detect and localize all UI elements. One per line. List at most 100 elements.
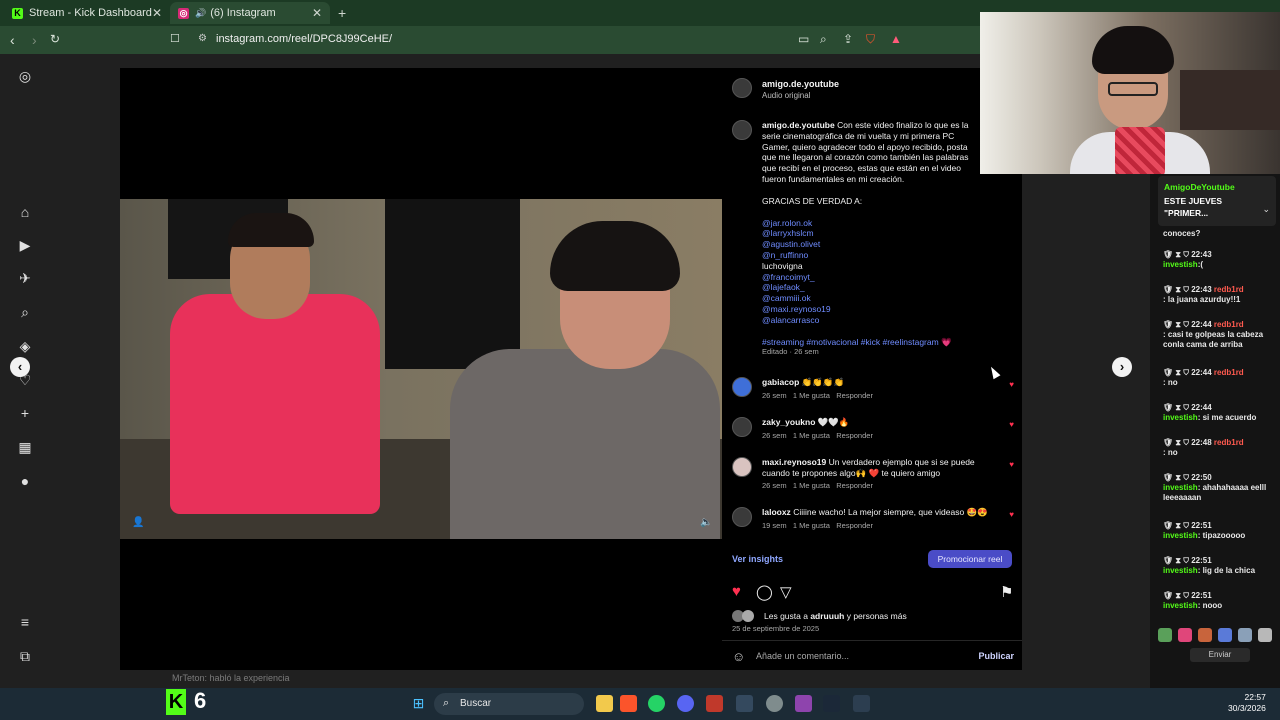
likes-summary[interactable]: Les gusta a adruuuh y personas más <box>764 611 907 621</box>
app-icon[interactable] <box>795 695 812 712</box>
save-icon[interactable]: ⚑ <box>1000 583 1013 601</box>
taskbar-search[interactable]: ⌕ Buscar <box>434 693 584 715</box>
volume-icon[interactable]: 🔈 <box>700 517 712 528</box>
mention-link[interactable]: @agustin.olivet <box>762 239 982 250</box>
tab-instagram[interactable]: ◎ 🔊 (6) Instagram ✕ <box>170 2 330 24</box>
liker-avatar <box>742 610 754 622</box>
dashboard-icon[interactable]: ▦ <box>17 439 33 455</box>
post-author[interactable]: amigo.de.youtube <box>762 79 839 89</box>
app-icon[interactable] <box>736 695 753 712</box>
instagram-logo-icon[interactable]: ◎ <box>17 68 33 84</box>
whatsapp-icon[interactable] <box>648 695 665 712</box>
app-icon[interactable] <box>766 695 783 712</box>
system-clock[interactable]: 22:57 30/3/2026 <box>1228 692 1266 714</box>
commenter-avatar[interactable] <box>732 457 752 477</box>
brave-browser-icon[interactable] <box>620 695 637 712</box>
commenter-avatar[interactable] <box>732 377 752 397</box>
app-icon[interactable] <box>853 695 870 712</box>
caption-author[interactable]: amigo.de.youtube <box>762 120 835 130</box>
like-comment-icon[interactable]: ♥ <box>1009 420 1014 429</box>
mention-link[interactable]: @jar.rolon.ok <box>762 218 982 229</box>
mention-link[interactable]: @cammiii.ok <box>762 293 982 304</box>
search-icon[interactable]: ⌕ <box>17 304 33 320</box>
like-comment-icon[interactable]: ♥ <box>1009 380 1014 389</box>
reload-icon[interactable]: ↻ <box>50 32 60 46</box>
next-post-button[interactable]: › <box>1112 357 1132 377</box>
discord-icon[interactable] <box>677 695 694 712</box>
site-settings-icon[interactable]: ⚙ <box>198 33 207 44</box>
reply-link[interactable]: Responder <box>836 481 873 490</box>
promote-reel-button[interactable]: Promocionar reel <box>928 550 1012 568</box>
mention-link[interactable]: @lajefaok_ <box>762 282 982 293</box>
windows-taskbar <box>0 688 1280 720</box>
like-comment-icon[interactable]: ♥ <box>1009 510 1014 519</box>
emote-icon[interactable] <box>1238 628 1252 642</box>
comment-author[interactable]: lalooxz <box>762 507 791 517</box>
caption-avatar[interactable] <box>732 120 752 140</box>
author-avatar[interactable] <box>732 78 752 98</box>
mention-link[interactable]: @alancarrasco <box>762 315 982 326</box>
send-button[interactable]: Enviar <box>1190 648 1250 662</box>
commenter-avatar[interactable] <box>732 507 752 527</box>
comment-author[interactable]: zaky_youkno <box>762 417 815 427</box>
publish-button[interactable]: Publicar <box>978 651 1014 661</box>
view-insights-link[interactable]: Ver insights <box>732 554 783 564</box>
menu-icon[interactable]: ≡ <box>17 614 33 630</box>
pinned-message[interactable]: AmigoDeYoutube ESTE JUEVES "PRIMER... ⌄ <box>1158 176 1276 226</box>
mention-link[interactable]: @francoimyt_ <box>762 272 982 283</box>
windows-start-icon[interactable]: ⊞ <box>410 695 427 712</box>
audio-label[interactable]: Audio original <box>762 91 810 100</box>
comment-item: zaky_youkno 🤍🤍🔥 26 sem 1 Me gusta Respon… <box>762 417 1002 441</box>
more-apps-icon[interactable]: ⧉ <box>17 648 33 664</box>
app-icon[interactable] <box>706 695 723 712</box>
emote-icon[interactable] <box>1178 628 1192 642</box>
comment-author[interactable]: gabiacop <box>762 377 799 387</box>
create-icon[interactable]: + <box>17 405 33 421</box>
new-tab-icon[interactable]: + <box>338 5 346 21</box>
brave-shield-icon[interactable]: ⛉ <box>866 32 875 47</box>
hashtags[interactable]: #streaming #motivacional #kick #reelinst… <box>762 337 982 348</box>
cast-icon[interactable]: ▭ <box>798 32 809 46</box>
zoom-icon[interactable]: ⌕ <box>820 32 827 47</box>
back-icon[interactable]: ‹ <box>10 32 15 48</box>
share-icon[interactable]: ⇪ <box>843 32 853 46</box>
comment-input[interactable]: Añade un comentario... <box>756 651 849 661</box>
emote-icon[interactable] <box>1218 628 1232 642</box>
share-icon[interactable]: ▽ <box>780 583 792 601</box>
reels-icon[interactable]: ▶ <box>17 237 33 253</box>
reply-link[interactable]: Responder <box>836 521 873 530</box>
comment-meta: 26 sem 1 Me gusta Responder <box>762 430 873 440</box>
brave-rewards-icon[interactable]: ▲ <box>890 32 902 46</box>
mention-link[interactable]: @n_ruffinno <box>762 250 982 261</box>
previous-post-button[interactable]: ‹ <box>10 357 30 377</box>
bookmark-icon[interactable]: ☐ <box>170 32 180 45</box>
commenter-avatar[interactable] <box>732 417 752 437</box>
tab-kick-dashboard[interactable]: K Stream - Kick Dashboard ✕ <box>4 2 170 24</box>
like-heart-icon[interactable]: ♥ <box>732 583 741 600</box>
chevron-down-icon[interactable]: ⌄ <box>1262 204 1270 215</box>
emote-icon[interactable] <box>1158 628 1172 642</box>
mention-link[interactable]: @larryxhslcm <box>762 228 982 239</box>
tagged-people-icon[interactable]: 👤 <box>132 517 144 528</box>
emoji-icon[interactable]: ☺ <box>732 649 745 664</box>
steam-icon[interactable] <box>823 695 840 712</box>
emote-icon[interactable] <box>1198 628 1212 642</box>
reply-link[interactable]: Responder <box>836 391 873 400</box>
close-tab-icon[interactable]: ✕ <box>312 6 322 20</box>
close-tab-icon[interactable]: ✕ <box>152 6 162 20</box>
messages-icon[interactable]: ✈ <box>17 270 33 286</box>
file-explorer-icon[interactable] <box>596 695 613 712</box>
home-icon[interactable]: ⌂ <box>17 204 33 220</box>
mention-link[interactable]: @maxi.reynoso19 <box>762 304 982 315</box>
reel-video-player[interactable]: 👤 🔈 <box>120 68 722 670</box>
profile-avatar-icon[interactable]: ● <box>17 473 33 489</box>
comment-icon[interactable]: ◯ <box>756 583 773 601</box>
reply-link[interactable]: Responder <box>836 431 873 440</box>
emote-icon[interactable] <box>1258 628 1272 642</box>
wall-painting <box>385 199 520 369</box>
comment-author[interactable]: maxi.reynoso19 <box>762 457 826 467</box>
explore-icon[interactable]: ◈ <box>17 338 33 354</box>
like-comment-icon[interactable]: ♥ <box>1009 460 1014 469</box>
forward-icon[interactable]: › <box>32 32 37 48</box>
comment-input-area[interactable]: ☺ Añade un comentario... Publicar <box>722 640 1022 670</box>
